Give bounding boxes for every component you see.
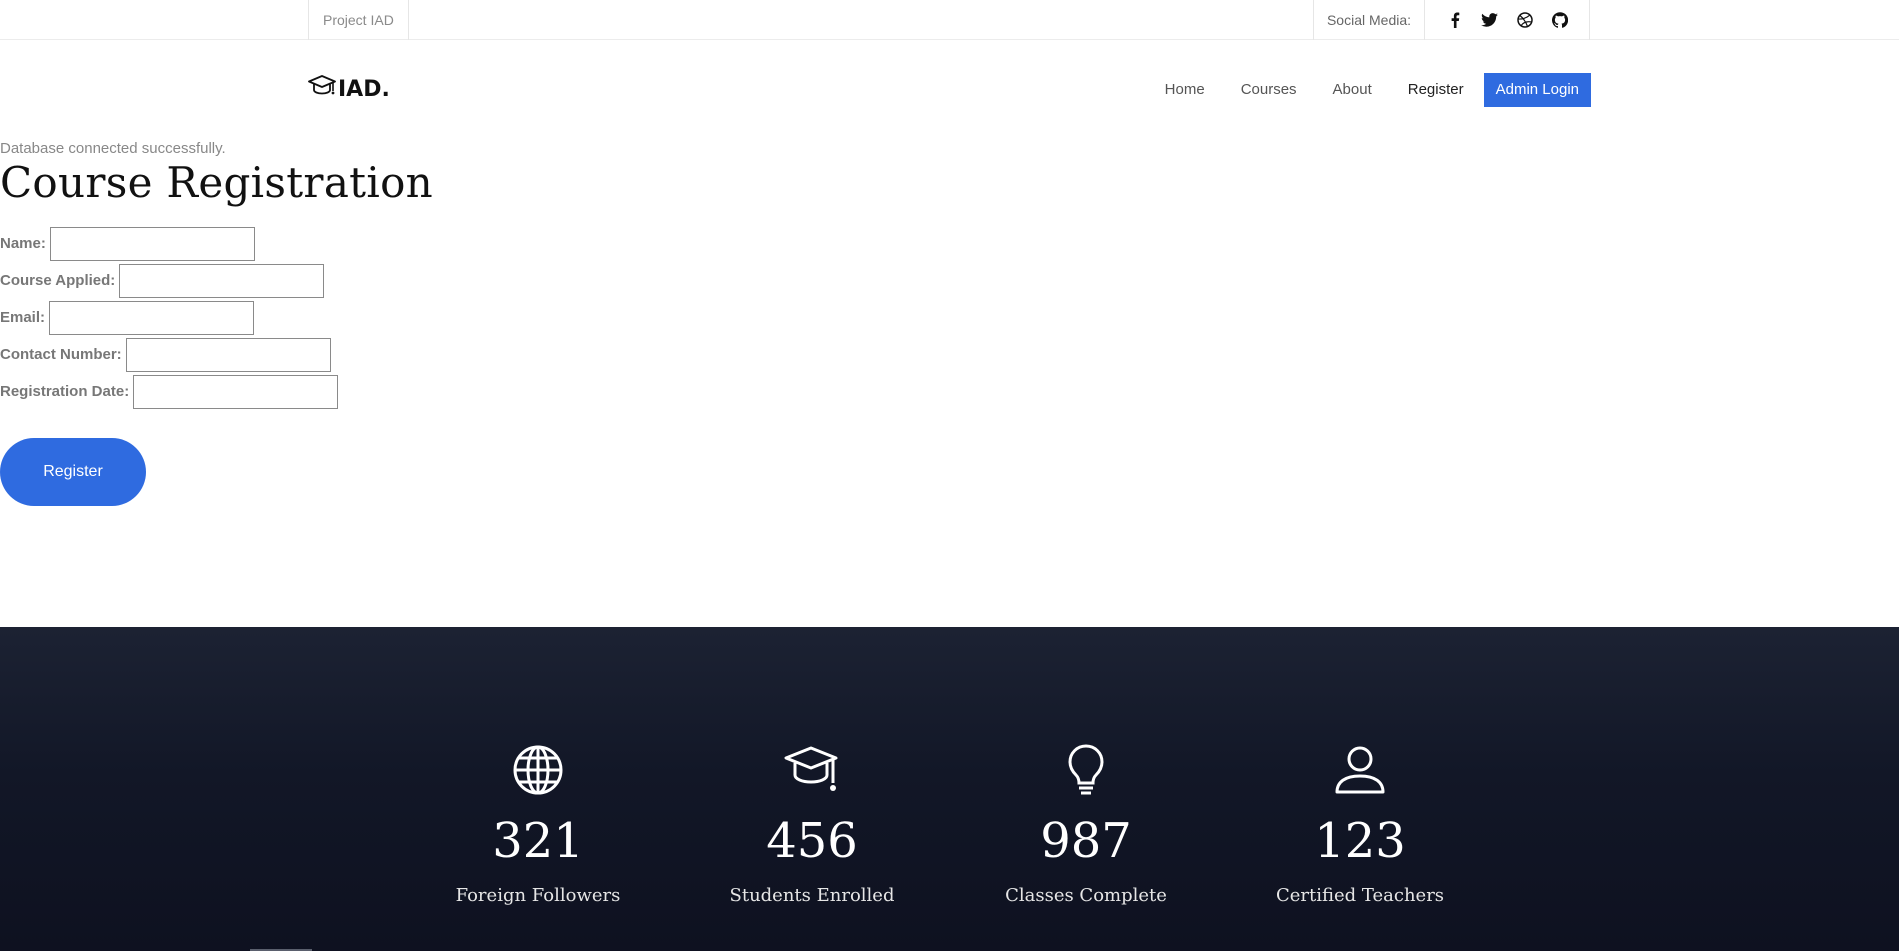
main-nav: Home Courses About Register Admin Login (1147, 72, 1591, 108)
social-icons (1425, 0, 1590, 40)
stat-label: Students Enrolled (729, 885, 895, 906)
nav-courses[interactable]: Courses (1223, 72, 1315, 108)
stat-foreign-followers: 321 Foreign Followers (428, 741, 648, 906)
site-header: IAD. Home Courses About Register Admin L… (0, 40, 1899, 135)
stat-students-enrolled: 456 Students Enrolled (702, 741, 922, 906)
form-row-date: Registration Date: (0, 373, 433, 410)
site-logo[interactable]: IAD. (308, 74, 390, 104)
registration-form: Name: Course Applied: Email: Contact Num… (0, 225, 433, 506)
form-row-name: Name: (0, 225, 433, 262)
logo-text: IAD. (338, 76, 390, 102)
facebook-icon[interactable] (1446, 12, 1463, 29)
top-bar: Project IAD Social Media: (0, 0, 1899, 40)
social-media-label: Social Media: (1313, 0, 1425, 40)
stats-section: 321 Foreign Followers 456 Students Enrol… (0, 627, 1899, 951)
name-label: Name: (0, 235, 46, 252)
stat-label: Classes Complete (1005, 885, 1167, 906)
email-label: Email: (0, 309, 46, 326)
page-title: Course Registration (0, 158, 434, 207)
form-row-course: Course Applied: (0, 262, 433, 299)
db-status-message: Database connected successfully. (0, 140, 226, 157)
course-label: Course Applied: (0, 272, 116, 289)
form-row-email: Email: (0, 299, 433, 336)
nav-register[interactable]: Register (1390, 72, 1482, 108)
stat-label: Certified Teachers (1275, 885, 1445, 906)
main-content: Database connected successfully. Course … (0, 138, 433, 506)
register-submit-button[interactable]: Register (0, 438, 146, 506)
course-field[interactable] (119, 263, 325, 298)
admin-login-button[interactable]: Admin Login (1483, 73, 1591, 107)
dribbble-icon[interactable] (1516, 12, 1533, 29)
twitter-icon[interactable] (1481, 12, 1498, 29)
contact-number-field[interactable] (125, 337, 331, 372)
registration-date-field[interactable] (133, 374, 339, 409)
nav-home[interactable]: Home (1147, 72, 1223, 108)
stat-value: 456 (766, 813, 858, 869)
stat-value: 321 (492, 813, 584, 869)
user-icon (1250, 741, 1470, 799)
stat-value: 987 (1040, 813, 1132, 869)
top-brand-label: Project IAD (308, 0, 409, 40)
date-label: Registration Date: (0, 383, 130, 400)
stat-label: Foreign Followers (455, 885, 621, 906)
graduation-cap-icon (308, 74, 336, 104)
graduation-cap-icon (702, 741, 922, 799)
nav-about[interactable]: About (1315, 72, 1390, 108)
globe-icon (428, 741, 648, 799)
contact-label: Contact Number: (0, 346, 122, 363)
stat-certified-teachers: 123 Certified Teachers (1250, 741, 1470, 906)
form-row-contact: Contact Number: (0, 336, 433, 373)
name-field[interactable] (49, 226, 255, 261)
stat-classes-complete: 987 Classes Complete (976, 741, 1196, 906)
stat-value: 123 (1314, 813, 1406, 869)
github-icon[interactable] (1551, 12, 1568, 29)
lightbulb-icon (976, 741, 1196, 799)
email-field[interactable] (49, 300, 255, 335)
